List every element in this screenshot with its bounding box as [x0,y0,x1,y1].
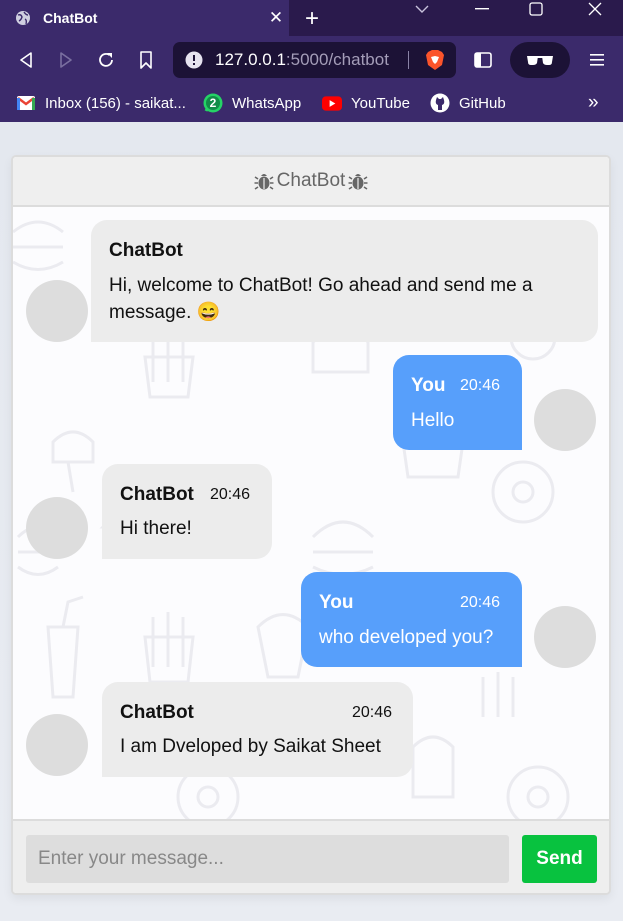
message-text: I am Dveloped by Saikat Sheet [120,736,381,757]
url-path: :5000/chatbot [285,50,389,69]
menu-icon[interactable] [585,48,609,72]
url-text[interactable]: 127.0.0.1:5000/chatbot [215,50,389,70]
message-sender: ChatBot [109,240,183,261]
tab-chatbot[interactable]: ChatBot ✕ [0,0,289,36]
user-message-bubble: You 20:46 who developed you? [301,572,522,667]
chat-header: ChatBot [13,157,609,207]
more-bookmarks-button[interactable]: » [588,92,599,114]
bookmark-whatsapp[interactable]: 2 WhatsApp [203,84,301,122]
back-icon[interactable] [14,48,38,72]
bookmark-icon[interactable] [134,48,158,72]
whatsapp-badge: 2 [209,96,217,110]
page-content: ChatBot ChatBot Hi, welcome to ChatBot! … [0,122,623,921]
bot-avatar [26,714,88,776]
send-button[interactable]: Send [522,835,597,883]
message-text-continued: message. 😄 [109,302,221,323]
chevron-down-icon[interactable] [402,0,442,18]
user-avatar [534,389,596,451]
whatsapp-icon: 2 [203,93,223,113]
message-sender: ChatBot [120,702,194,723]
window-close-icon[interactable] [575,0,615,18]
chat-title: ChatBot [276,170,346,191]
message-sender: ChatBot [120,484,194,505]
bot-message-bubble: ChatBot Hi, welcome to ChatBot! Go ahead… [91,220,598,342]
message-sender: You [411,375,446,396]
new-tab-button[interactable]: + [305,5,319,33]
message-text: who developed you? [319,627,494,648]
maximize-icon[interactable] [516,0,556,18]
github-icon [430,93,450,113]
user-avatar [534,606,596,668]
message-time: 20:46 [210,486,251,503]
chatbot-window: ChatBot ChatBot Hi, welcome to ChatBot! … [11,155,611,895]
message-time: 20:46 [352,704,393,721]
minimize-icon[interactable] [462,0,502,18]
bot-avatar [26,497,88,559]
reload-icon[interactable] [94,48,118,72]
url-separator [408,51,409,69]
url-host: 127.0.0.1 [215,50,286,69]
forward-icon[interactable] [54,48,78,72]
message-list[interactable]: ChatBot Hi, welcome to ChatBot! Go ahead… [13,207,609,819]
bug-icon [254,171,274,191]
globe-icon [15,10,31,26]
bookmark-youtube[interactable]: YouTube [322,84,410,122]
sidebar-icon[interactable] [471,48,495,72]
message-sender: You [319,592,354,613]
bot-message-bubble: ChatBot 20:46 I am Dveloped by Saikat Sh… [102,682,413,777]
tab-strip: ChatBot ✕ + [0,0,623,36]
bookmark-gmail[interactable]: Inbox (156) - saikat... [16,84,186,122]
bookmark-github[interactable]: GitHub [430,84,506,122]
bookmark-label: GitHub [459,94,506,112]
message-time: 20:46 [460,377,501,394]
brave-shield-icon[interactable] [424,49,446,71]
bookmark-label: YouTube [351,94,410,112]
youtube-icon [322,93,342,113]
bookmarks-bar: Inbox (156) - saikat... 2 WhatsApp YouTu… [0,84,623,122]
message-text: Hi there! [120,518,192,539]
bug-icon [348,171,368,191]
tab-title: ChatBot [43,10,98,26]
message-text: Hi, welcome to ChatBot! Go ahead and sen… [109,275,533,296]
address-bar[interactable]: 127.0.0.1:5000/chatbot [173,42,456,78]
bookmark-label: Inbox (156) - saikat... [45,94,186,112]
message-time: 20:46 [460,594,501,611]
message-input[interactable] [26,835,509,883]
navigation-bar: 127.0.0.1:5000/chatbot [0,36,623,84]
bot-avatar [26,280,88,342]
message-input-bar: Send [13,819,609,893]
close-tab-icon[interactable]: ✕ [263,8,289,28]
gmail-icon [16,93,36,113]
incognito-glasses-icon[interactable] [510,42,570,78]
user-message-bubble: You 20:46 Hello [393,355,522,450]
message-text: Hello [411,410,455,431]
site-info-icon[interactable] [185,51,203,69]
bookmark-label: WhatsApp [232,94,302,112]
bot-message-bubble: ChatBot 20:46 Hi there! [102,464,272,559]
